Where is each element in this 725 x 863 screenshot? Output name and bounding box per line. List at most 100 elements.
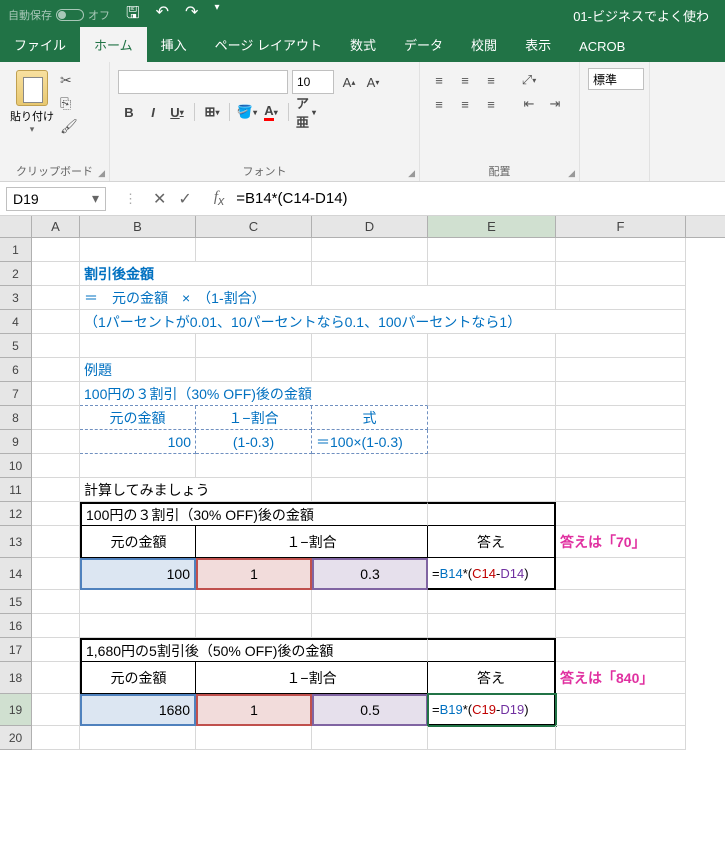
row-header[interactable]: 8 xyxy=(0,406,32,430)
cell[interactable]: １−割合 xyxy=(196,526,428,558)
cell[interactable] xyxy=(32,638,80,662)
format-painter-icon[interactable]: 🖌 xyxy=(60,118,78,135)
cell[interactable] xyxy=(32,590,80,614)
cell[interactable]: 答え xyxy=(428,662,556,694)
cell[interactable] xyxy=(32,502,80,526)
cell[interactable] xyxy=(32,526,80,558)
fill-color-button[interactable]: 🪣▾ xyxy=(236,100,258,124)
decrease-indent-icon[interactable]: ⇤ xyxy=(518,94,540,114)
select-all-corner[interactable] xyxy=(0,216,32,237)
cell[interactable] xyxy=(312,478,428,502)
cell[interactable] xyxy=(196,238,312,262)
number-format-select[interactable]: 標準 xyxy=(588,68,644,90)
cell[interactable] xyxy=(32,614,80,638)
align-top-icon[interactable]: ≡ xyxy=(428,70,450,90)
cell[interactable] xyxy=(80,238,196,262)
underline-button[interactable]: U▾ xyxy=(166,100,188,124)
italic-button[interactable]: I xyxy=(142,100,164,124)
align-center-icon[interactable]: ≡ xyxy=(454,94,476,114)
row-header[interactable]: 16 xyxy=(0,614,32,638)
row-header[interactable]: 17 xyxy=(0,638,32,662)
col-header-a[interactable]: A xyxy=(32,216,80,237)
cell[interactable] xyxy=(428,358,556,382)
cell[interactable] xyxy=(428,238,556,262)
cell[interactable] xyxy=(312,726,428,750)
cell[interactable] xyxy=(80,454,196,478)
cell[interactable] xyxy=(196,262,312,286)
cell[interactable]: 答えは「70」 xyxy=(556,526,686,558)
cell[interactable] xyxy=(312,614,428,638)
orientation-icon[interactable]: ⤢▾ xyxy=(518,70,540,90)
cell[interactable] xyxy=(312,358,428,382)
cell[interactable] xyxy=(32,358,80,382)
save-icon[interactable]: 🖫 xyxy=(126,2,140,29)
cell[interactable]: 答えは「840」 xyxy=(556,662,686,694)
align-right-icon[interactable]: ≡ xyxy=(480,94,502,114)
cell[interactable] xyxy=(32,382,80,406)
cell[interactable] xyxy=(32,454,80,478)
cell[interactable]: １−割合 xyxy=(196,406,312,430)
cell[interactable] xyxy=(196,590,312,614)
row-header[interactable]: 9 xyxy=(0,430,32,454)
bold-button[interactable]: B xyxy=(118,100,140,124)
cell[interactable] xyxy=(32,334,80,358)
cell[interactable]: ＝ 元の金額 × （1-割合） xyxy=(80,286,556,310)
cell[interactable]: (1-0.3) xyxy=(196,430,312,454)
cell[interactable] xyxy=(312,238,428,262)
phonetic-button[interactable]: ア亜▾ xyxy=(295,100,317,124)
cell[interactable] xyxy=(312,262,428,286)
cell[interactable]: 100円の３割引（30% OFF)後の金額 xyxy=(80,502,428,526)
cell[interactable]: 100 xyxy=(80,558,196,590)
cell[interactable] xyxy=(428,590,556,614)
cell[interactable] xyxy=(556,406,686,430)
row-header[interactable]: 13 xyxy=(0,526,32,558)
cell[interactable] xyxy=(80,726,196,750)
cell[interactable]: 割引後金額 xyxy=(80,262,196,286)
col-header-f[interactable]: F xyxy=(556,216,686,237)
col-header-b[interactable]: B xyxy=(80,216,196,237)
cell[interactable] xyxy=(428,406,556,430)
col-header-e[interactable]: E xyxy=(428,216,556,237)
cell[interactable] xyxy=(556,430,686,454)
cell[interactable] xyxy=(32,406,80,430)
cell[interactable]: 1680 xyxy=(80,694,196,726)
cell[interactable] xyxy=(428,638,556,662)
cell[interactable] xyxy=(428,478,556,502)
cell[interactable] xyxy=(428,430,556,454)
cell[interactable] xyxy=(196,726,312,750)
cell[interactable] xyxy=(556,726,686,750)
tab-data[interactable]: データ xyxy=(390,27,457,62)
col-header-c[interactable]: C xyxy=(196,216,312,237)
formula-input[interactable] xyxy=(236,190,725,207)
qat-dropdown-icon[interactable]: ▾ xyxy=(214,2,219,29)
row-header[interactable]: 14 xyxy=(0,558,32,590)
cell[interactable] xyxy=(428,382,556,406)
copy-icon[interactable]: ⎘ xyxy=(60,95,78,112)
row-header[interactable]: 18 xyxy=(0,662,32,694)
cell[interactable] xyxy=(428,502,556,526)
cell[interactable]: 1,680円の5割引後（50% OFF)後の金額 xyxy=(80,638,428,662)
dialog-launcher-icon[interactable]: ◢ xyxy=(408,168,415,179)
font-size-select[interactable] xyxy=(292,70,334,94)
cell[interactable] xyxy=(80,334,196,358)
row-header[interactable]: 20 xyxy=(0,726,32,750)
undo-icon[interactable]: ↶ xyxy=(156,2,169,29)
align-middle-icon[interactable]: ≡ xyxy=(454,70,476,90)
cell[interactable]: 例題 xyxy=(80,358,196,382)
cell[interactable] xyxy=(556,238,686,262)
cell[interactable] xyxy=(32,478,80,502)
font-color-button[interactable]: A▾ xyxy=(260,100,282,124)
cell[interactable] xyxy=(32,694,80,726)
cell[interactable] xyxy=(32,726,80,750)
cell[interactable] xyxy=(32,662,80,694)
cell[interactable] xyxy=(32,310,80,334)
row-header[interactable]: 15 xyxy=(0,590,32,614)
cell[interactable] xyxy=(32,262,80,286)
cell[interactable]: 元の金額 xyxy=(80,662,196,694)
paste-button[interactable]: 貼り付け ▾ xyxy=(8,66,56,135)
increase-font-icon[interactable]: A▴ xyxy=(338,70,360,94)
enter-formula-icon[interactable]: ✓ xyxy=(178,189,191,209)
col-header-d[interactable]: D xyxy=(312,216,428,237)
cell[interactable]: 100 xyxy=(80,430,196,454)
cell[interactable] xyxy=(32,238,80,262)
